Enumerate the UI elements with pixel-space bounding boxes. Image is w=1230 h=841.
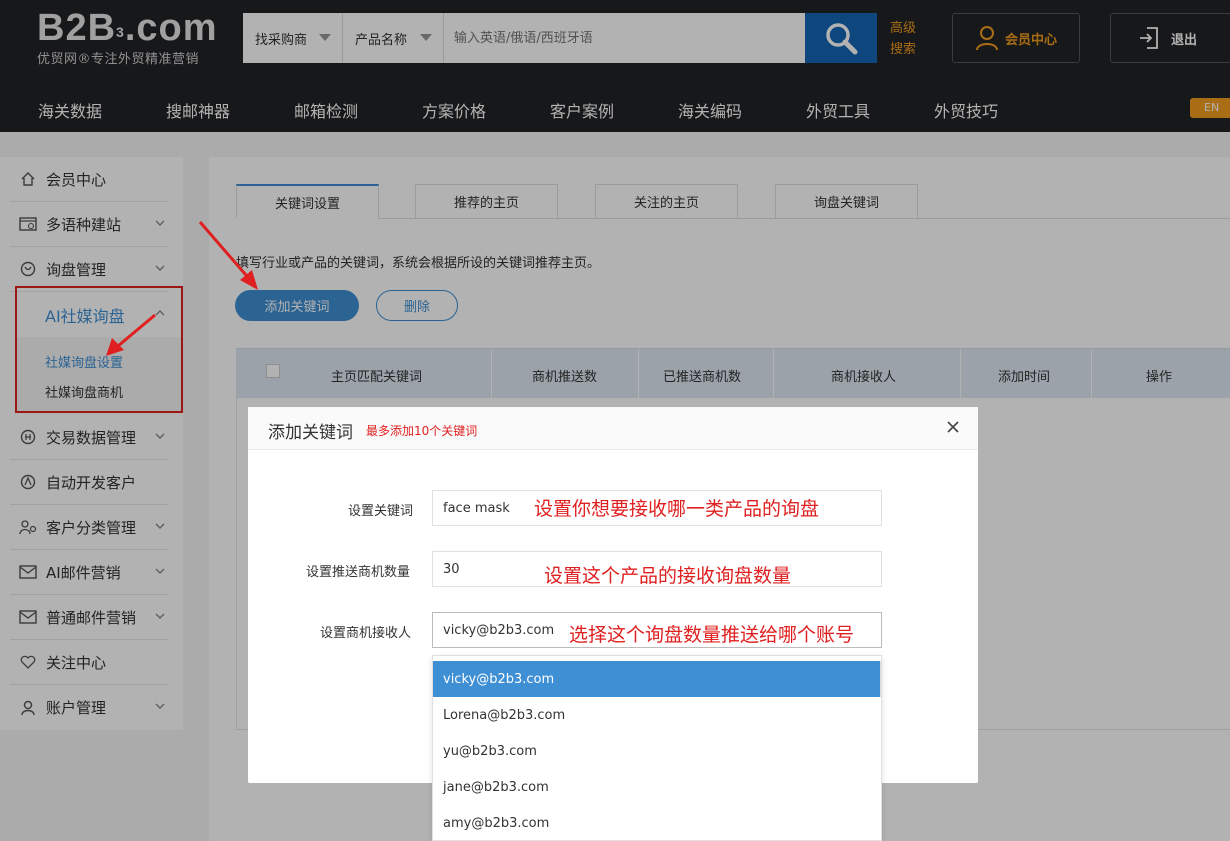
dialog-header: 添加关键词 最多添加10个关键词: [248, 407, 978, 450]
receiver-label: 设置商机接收人: [320, 626, 412, 641]
keyword-label: 设置关键词: [348, 504, 414, 519]
annotation-receiver: 选择这个询盘数量推送给哪个账号: [569, 624, 855, 646]
dropdown-option[interactable]: Lorena@b2b3.com: [433, 697, 881, 733]
dialog-title: 添加关键词: [268, 423, 353, 443]
dropdown-option[interactable]: yu@b2b3.com: [433, 733, 881, 769]
push-count-label: 设置推送商机数量: [306, 565, 411, 580]
dropdown-option[interactable]: jane@b2b3.com: [433, 769, 881, 805]
dialog-subtitle: 最多添加10个关键词: [366, 424, 478, 438]
receiver-dropdown: vicky@b2b3.com Lorena@b2b3.com yu@b2b3.c…: [432, 655, 882, 841]
annotation-count: 设置这个产品的接收询盘数量: [544, 565, 792, 587]
close-icon[interactable]: [946, 420, 960, 434]
dropdown-option[interactable]: vicky@b2b3.com: [433, 661, 881, 697]
dropdown-option[interactable]: amy@b2b3.com: [433, 805, 881, 841]
annotation-keyword: 设置你想要接收哪一类产品的询盘: [534, 498, 820, 520]
